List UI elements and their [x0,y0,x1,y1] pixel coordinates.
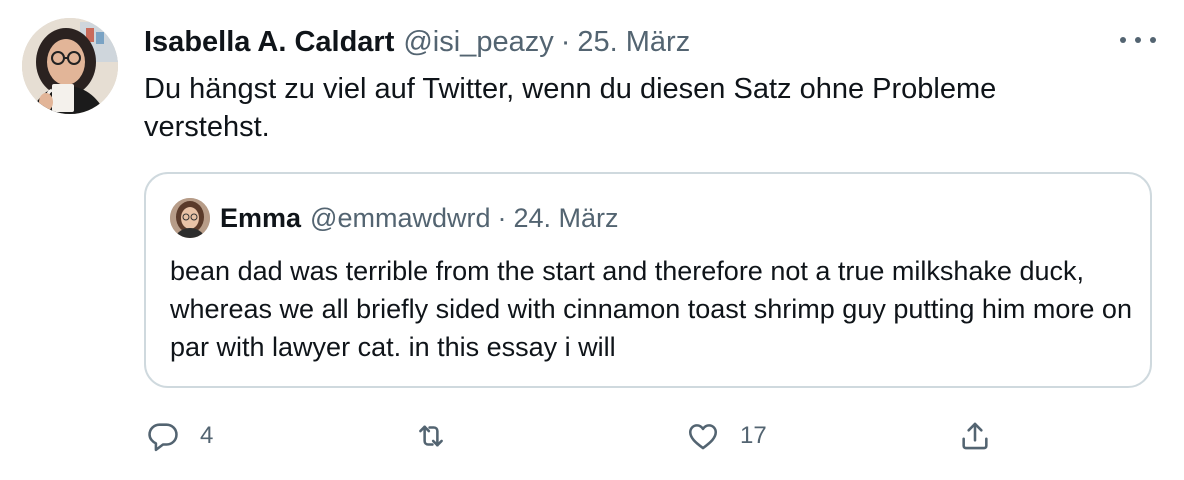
author-avatar-image [22,18,118,114]
tweet-header: Isabella A. Caldart @isi_peazy · 25. Mär… [144,22,690,62]
separator-dot: · [560,25,571,58]
quote-text: bean dad was terrible from the start and… [170,256,1132,362]
tweet-date[interactable]: 25. März [577,26,690,59]
more-options-icon[interactable] [1120,30,1156,50]
author-avatar[interactable] [22,18,118,114]
like-button[interactable]: 17 [686,412,767,460]
quote-author-handle: @emmawdwrd [310,202,491,233]
author-display-name[interactable]: Isabella A. Caldart [144,26,394,59]
like-count: 17 [740,422,767,449]
tweet[interactable]: Isabella A. Caldart @isi_peazy · 25. Mär… [0,0,1184,480]
reply-button[interactable]: 4 [146,412,213,460]
quote-separator-dot: · [497,202,507,233]
tweet-actions: 4 17 [144,412,1044,460]
reply-count: 4 [200,422,214,449]
quote-date: 24. März [513,202,619,233]
quoted-tweet[interactable]: Emma @emmawdwrd · 24. März bean dad was … [144,172,1152,388]
quote-author-display-name: Emma [220,202,302,233]
heart-icon [688,424,718,450]
reply-icon [148,423,178,452]
retweet-icon [419,425,443,447]
share-button[interactable] [958,412,992,460]
quote-author-avatar [170,198,210,238]
author-handle[interactable]: @isi_peazy [403,26,553,59]
tweet-text: Du hängst zu viel auf Twitter, wenn du d… [144,73,997,143]
share-icon [962,422,988,450]
quote-author-avatar-image [170,198,210,238]
retweet-button[interactable] [414,412,468,460]
quote-header: Emma @emmawdwrd · 24. März [220,198,619,238]
